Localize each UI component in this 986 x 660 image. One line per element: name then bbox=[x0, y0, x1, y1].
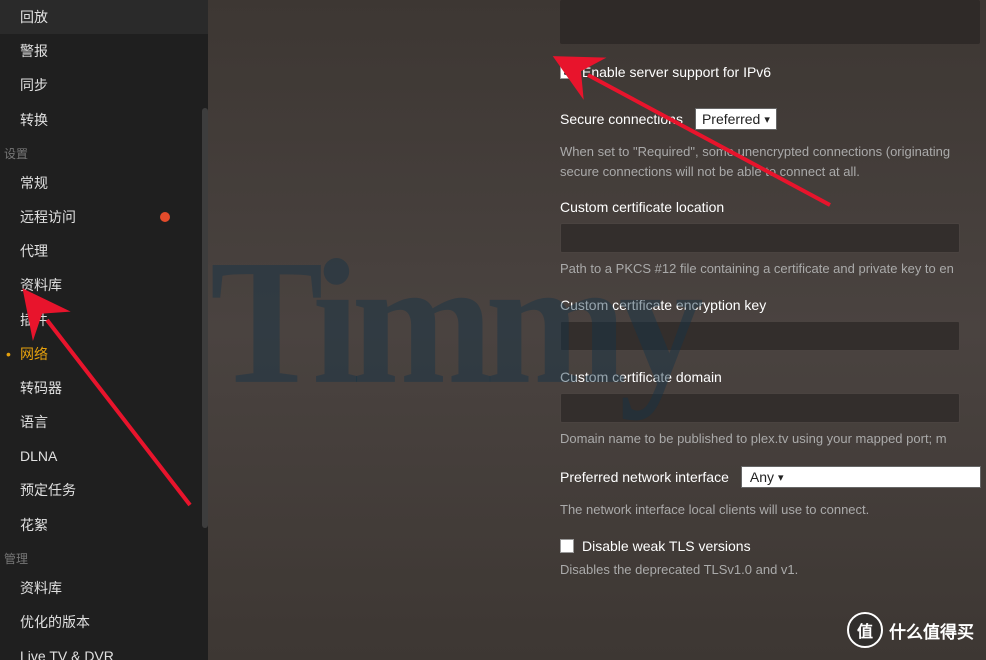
cert-domain-label: Custom certificate domain bbox=[560, 369, 986, 385]
sidebar-item-dlna[interactable]: DLNA bbox=[0, 439, 208, 473]
main-content: Enable server support for IPv6 Secure co… bbox=[208, 0, 986, 660]
section-header-settings: 设置 bbox=[0, 137, 208, 166]
ipv6-label: Enable server support for IPv6 bbox=[582, 64, 771, 80]
cert-domain-help: Domain name to be published to plex.tv u… bbox=[560, 429, 986, 449]
sidebar-item-label: 转换 bbox=[20, 111, 48, 129]
sidebar-item-label: 常规 bbox=[20, 174, 48, 192]
network-interface-select[interactable]: Any bbox=[741, 466, 981, 488]
sidebar: 回放 警报 同步 转换 设置 常规 远程访问 代理 资料库 插件 网络 转码器 … bbox=[0, 0, 208, 660]
sidebar-item-network[interactable]: 网络 bbox=[0, 337, 208, 371]
sidebar-item-library[interactable]: 资料库 bbox=[0, 268, 208, 302]
sidebar-item-label: 语言 bbox=[20, 413, 48, 431]
cert-location-help: Path to a PKCS #12 file containing a cer… bbox=[560, 259, 986, 279]
network-interface-label: Preferred network interface bbox=[560, 469, 729, 485]
badge-icon: 值 bbox=[847, 612, 883, 648]
section-header-manage: 管理 bbox=[0, 542, 208, 571]
sidebar-item-label: 插件 bbox=[20, 311, 48, 329]
ipv6-field: Enable server support for IPv6 bbox=[560, 64, 986, 80]
sidebar-item-label: 远程访问 bbox=[20, 208, 76, 226]
sidebar-item-label: 花絮 bbox=[20, 516, 48, 534]
cert-location-label: Custom certificate location bbox=[560, 199, 986, 215]
sidebar-item-label: 警报 bbox=[20, 42, 48, 60]
sidebar-item[interactable]: 转换 bbox=[0, 103, 208, 137]
sidebar-item-plugins[interactable]: 插件 bbox=[0, 303, 208, 337]
sidebar-item-language[interactable]: 语言 bbox=[0, 405, 208, 439]
cert-key-label: Custom certificate encryption key bbox=[560, 297, 986, 313]
sidebar-item-label: 资料库 bbox=[20, 579, 62, 597]
sidebar-item[interactable]: 同步 bbox=[0, 68, 208, 102]
sidebar-item-label: DLNA bbox=[20, 447, 57, 465]
sidebar-item[interactable]: 回放 bbox=[0, 0, 208, 34]
select-value: Preferred bbox=[702, 111, 760, 127]
network-interface-help: The network interface local clients will… bbox=[560, 500, 986, 520]
select-value: Any bbox=[750, 469, 774, 485]
smzdm-badge: 值 什么值得买 bbox=[847, 612, 974, 648]
sidebar-item-label: 预定任务 bbox=[20, 481, 76, 499]
sidebar-item-label: 同步 bbox=[20, 76, 48, 94]
sidebar-item-remote[interactable]: 远程访问 bbox=[0, 200, 208, 234]
alert-icon bbox=[160, 212, 170, 222]
secure-connections-select[interactable]: Preferred bbox=[695, 108, 777, 130]
sidebar-item-general[interactable]: 常规 bbox=[0, 166, 208, 200]
weak-tls-help: Disables the deprecated TLSv1.0 and v1. bbox=[560, 560, 986, 580]
sidebar-item[interactable]: 警报 bbox=[0, 34, 208, 68]
cert-location-input[interactable] bbox=[560, 223, 960, 253]
secure-connections-help: When set to "Required", some unencrypted… bbox=[560, 142, 986, 181]
sidebar-item-label: 资料库 bbox=[20, 276, 62, 294]
sidebar-item-library2[interactable]: 资料库 bbox=[0, 571, 208, 605]
cert-domain-input[interactable] bbox=[560, 393, 960, 423]
sidebar-item-label: Live TV & DVR bbox=[20, 647, 114, 660]
sidebar-item-label: 优化的版本 bbox=[20, 613, 90, 631]
weak-tls-checkbox[interactable] bbox=[560, 539, 574, 553]
sidebar-item-label: 网络 bbox=[20, 345, 48, 363]
sidebar-item-transcoder[interactable]: 转码器 bbox=[0, 371, 208, 405]
sidebar-item-extras[interactable]: 花絮 bbox=[0, 508, 208, 542]
sidebar-item-scheduled[interactable]: 预定任务 bbox=[0, 473, 208, 507]
sidebar-item-proxy[interactable]: 代理 bbox=[0, 234, 208, 268]
sidebar-item-label: 代理 bbox=[20, 242, 48, 260]
ipv6-checkbox[interactable] bbox=[560, 65, 574, 79]
badge-text: 什么值得买 bbox=[889, 618, 974, 643]
sidebar-item-label: 转码器 bbox=[20, 379, 62, 397]
input-placeholder-box bbox=[560, 0, 980, 44]
sidebar-item-livetv[interactable]: Live TV & DVR bbox=[0, 639, 208, 660]
cert-key-input[interactable] bbox=[560, 321, 960, 351]
secure-connections-label: Secure connections bbox=[560, 111, 683, 127]
sidebar-item-optimized[interactable]: 优化的版本 bbox=[0, 605, 208, 639]
weak-tls-label: Disable weak TLS versions bbox=[582, 538, 751, 554]
sidebar-item-label: 回放 bbox=[20, 8, 48, 26]
